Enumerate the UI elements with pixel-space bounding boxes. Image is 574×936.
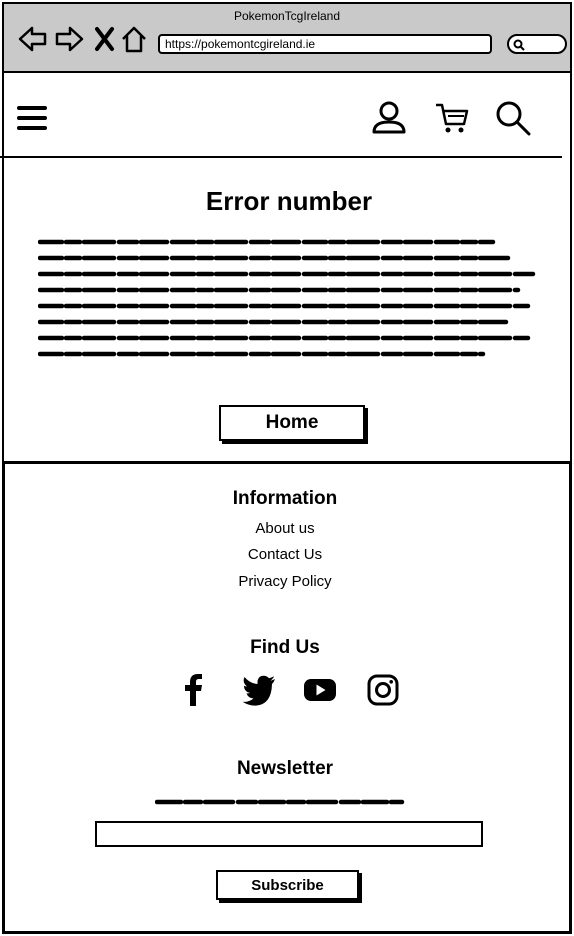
information-heading: Information bbox=[232, 488, 338, 509]
placeholder-text-scribble bbox=[38, 239, 536, 357]
error-title: Error number bbox=[205, 186, 373, 216]
browser-chrome: PokemonTcgIreland https://pokemontcgirel… bbox=[2, 2, 572, 73]
subscribe-button[interactable]: Subscribe bbox=[216, 870, 359, 900]
home-button[interactable]: Home bbox=[219, 405, 365, 441]
search-icon[interactable] bbox=[495, 100, 531, 136]
facebook-icon[interactable] bbox=[176, 672, 212, 708]
menu-icon[interactable] bbox=[16, 102, 48, 134]
address-bar[interactable]: https://pokemontcgireland.ie bbox=[158, 34, 492, 54]
header-divider bbox=[0, 156, 562, 158]
back-arrow-icon[interactable] bbox=[18, 24, 48, 54]
newsletter-email-input[interactable] bbox=[95, 821, 483, 847]
youtube-icon[interactable] bbox=[302, 672, 338, 708]
browser-search-field[interactable] bbox=[507, 34, 567, 54]
cart-icon[interactable] bbox=[434, 100, 470, 136]
about-us-link[interactable]: About us bbox=[0, 520, 570, 537]
privacy-policy-link[interactable]: Privacy Policy bbox=[0, 573, 570, 590]
browser-title: PokemonTcgIreland bbox=[233, 9, 341, 23]
home-icon[interactable] bbox=[119, 24, 149, 54]
newsletter-text-scribble bbox=[155, 799, 405, 805]
twitter-icon[interactable] bbox=[241, 672, 277, 708]
instagram-icon[interactable] bbox=[365, 672, 401, 708]
user-icon[interactable] bbox=[371, 100, 407, 136]
forward-arrow-icon[interactable] bbox=[54, 24, 84, 54]
close-icon[interactable] bbox=[92, 24, 122, 54]
contact-us-link[interactable]: Contact Us bbox=[0, 546, 570, 563]
newsletter-heading: Newsletter bbox=[236, 758, 334, 779]
search-icon bbox=[513, 39, 525, 51]
find-us-heading: Find Us bbox=[250, 637, 320, 658]
